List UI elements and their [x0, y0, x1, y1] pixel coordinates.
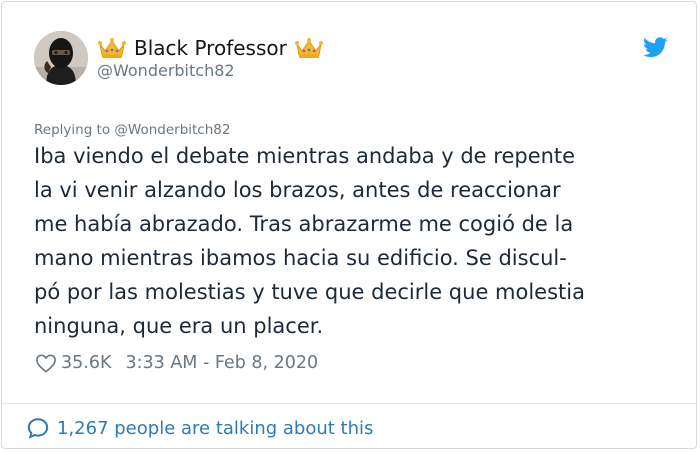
tweet-text-line: la vi venir alzando los brazos, antes de…: [34, 178, 561, 202]
conversation-count: 1,267 people are talking about this: [57, 417, 374, 439]
speech-bubble-icon: [27, 418, 49, 439]
crown-icon: [294, 36, 324, 60]
tweet-card: Black Professor @Wonderbitch82 Replying …: [1, 1, 697, 449]
user-handle[interactable]: @Wonderbitch82: [97, 61, 235, 80]
user-name-row[interactable]: Black Professor: [97, 35, 324, 61]
tweet-text-line: me había abrazado. Tras abrazarme me cog…: [34, 212, 574, 236]
divider: [2, 403, 696, 404]
like-count: 35.6K: [61, 353, 112, 373]
tweet-text-line: pó por las molestias y tuve que decirle …: [34, 280, 585, 304]
replying-to[interactable]: Replying to @Wonderbitch82: [34, 122, 230, 138]
crown-icon: [97, 36, 127, 60]
conversation-link[interactable]: 1,267 people are talking about this: [26, 416, 373, 440]
user-name: Black Professor: [134, 36, 287, 60]
tweet-meta: 35.6K 3:33 AM - Feb 8, 2020: [35, 353, 318, 373]
twitter-bird-icon[interactable]: [643, 37, 668, 58]
timestamp[interactable]: 3:33 AM - Feb 8, 2020: [125, 353, 318, 373]
avatar[interactable]: [34, 31, 88, 85]
tweet-text: Iba viendo el debate mientras andaba y d…: [34, 139, 679, 343]
tweet-text-line: mano mientras ibamos hacia su edificio. …: [34, 246, 567, 270]
heart-icon: [36, 354, 56, 373]
tweet-text-line: Iba viendo el debate mientras andaba y d…: [34, 144, 576, 168]
tweet-text-line: ninguna, que era un placer.: [34, 314, 324, 338]
like-button[interactable]: 35.6K: [35, 353, 125, 373]
